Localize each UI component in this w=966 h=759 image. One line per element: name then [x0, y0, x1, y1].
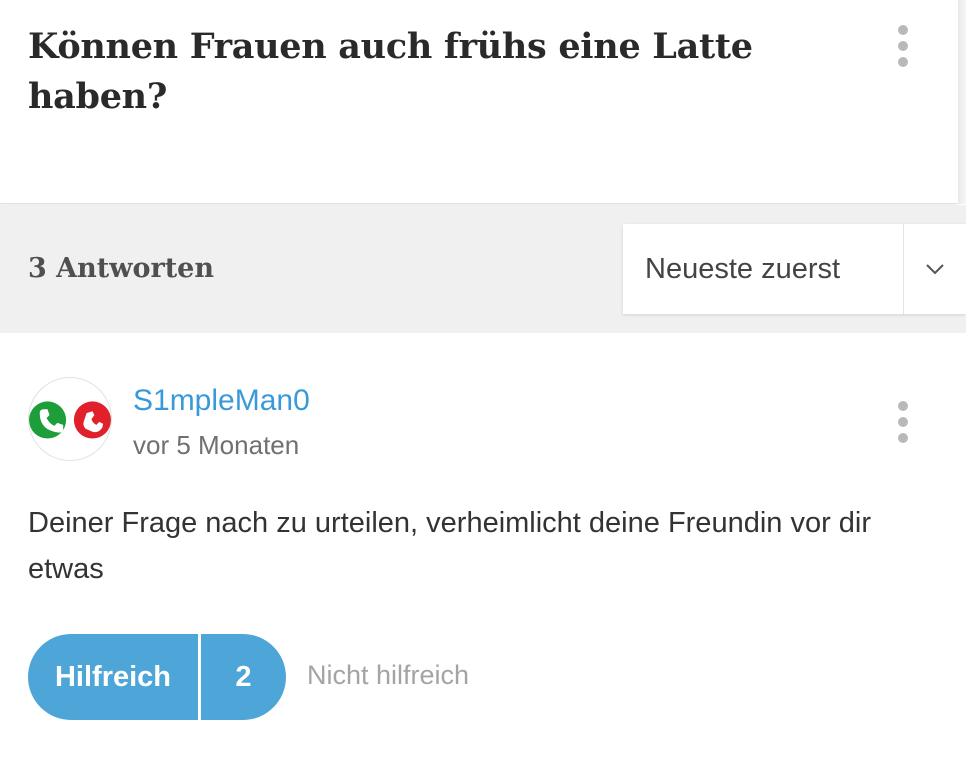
- menu-dot: [898, 25, 908, 35]
- answer-timestamp: vor 5 Monaten: [133, 430, 300, 460]
- sort-selected-value: Neueste zuerst: [645, 252, 841, 285]
- question-card: Können Frauen auch frühs eine Latte habe…: [0, 0, 958, 204]
- avatar[interactable]: [28, 377, 112, 461]
- vote-group: Hilfreich 2: [28, 634, 286, 720]
- chevron-down-icon[interactable]: [904, 224, 966, 314]
- menu-dot: [898, 417, 908, 427]
- answer-card: S1mpleMan0 vor 5 Monaten Deiner Frage na…: [0, 334, 966, 759]
- page: Können Frauen auch frühs eine Latte habe…: [0, 0, 966, 759]
- author-name[interactable]: S1mpleMan0: [133, 384, 310, 418]
- menu-dot: [898, 433, 908, 443]
- window-edge: [958, 0, 966, 204]
- menu-dot: [898, 41, 908, 51]
- helpful-button[interactable]: Hilfreich: [28, 634, 198, 720]
- answers-count: 3 Antworten: [28, 253, 214, 284]
- helpful-count: 2: [201, 634, 286, 720]
- more-vertical-icon[interactable]: [888, 18, 918, 74]
- answer-text: Deiner Frage nach zu urteilen, verheimli…: [28, 507, 872, 585]
- menu-dot: [898, 401, 908, 411]
- phone-accept-decline-icon: [29, 401, 111, 439]
- answers-header: 3 Antworten Neueste zuerst: [0, 205, 966, 333]
- question-title: Können Frauen auch frühs eine Latte habe…: [28, 26, 753, 117]
- not-helpful-button[interactable]: Nicht hilfreich: [307, 660, 469, 691]
- sort-select[interactable]: Neueste zuerst: [623, 224, 966, 314]
- menu-dot: [898, 57, 908, 67]
- more-vertical-icon[interactable]: [888, 394, 918, 450]
